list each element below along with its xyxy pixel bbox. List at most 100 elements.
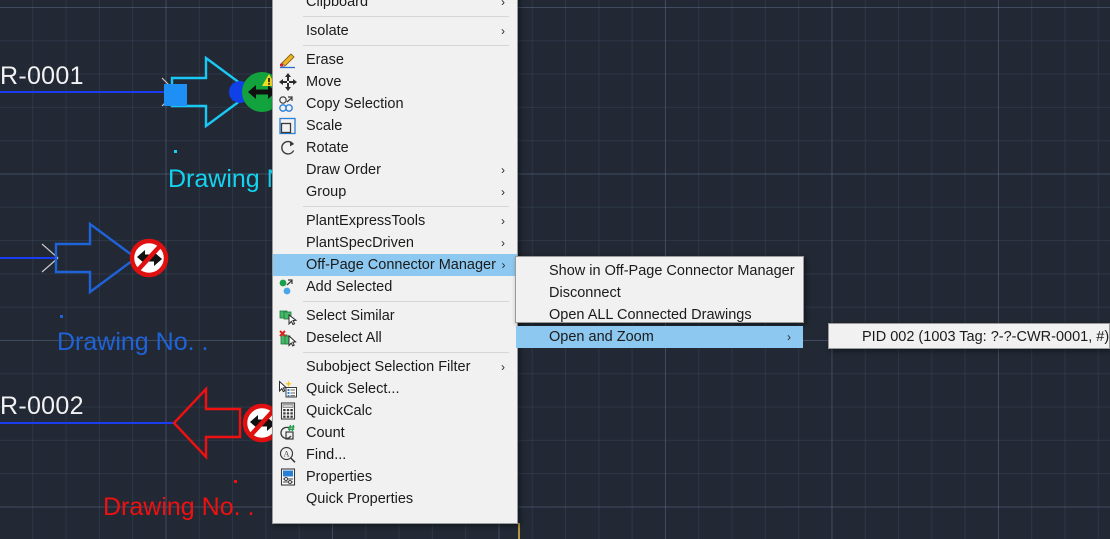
context-menu[interactable]: Clipboard › Isolate › Erase Move Copy Se…: [272, 0, 518, 524]
quick-select-icon: [273, 378, 303, 400]
add-selected-icon: [273, 276, 303, 298]
quickcalc-icon: [273, 400, 303, 422]
chevron-right-icon: ›: [787, 330, 791, 344]
chevron-right-icon: ›: [501, 360, 505, 374]
chevron-right-icon: ›: [501, 258, 506, 272]
properties-icon: [273, 466, 303, 488]
menu-item-copy-selection[interactable]: Copy Selection: [273, 93, 517, 115]
copy-selection-icon: [273, 93, 303, 115]
menu-item-subobject-selection-filter[interactable]: Subobject Selection Filter ›: [273, 356, 517, 378]
chevron-right-icon: ›: [501, 24, 505, 38]
menu-item-clipboard[interactable]: Clipboard ›: [273, 0, 517, 13]
submenu-item-open-all-connected-drawings[interactable]: Open ALL Connected Drawings: [516, 304, 803, 326]
menu-item-label: PlantExpressTools: [306, 213, 426, 229]
menu-separator: [303, 16, 509, 17]
menu-item-label: Count: [306, 425, 345, 441]
menu-item-select-similar[interactable]: Select Similar: [273, 305, 517, 327]
menu-item-quick-select[interactable]: Quick Select...: [273, 378, 517, 400]
menu-item-isolate[interactable]: Isolate ›: [273, 20, 517, 42]
menu-item-find[interactable]: A Find...: [273, 444, 517, 466]
submenu-item-label: Open ALL Connected Drawings: [549, 307, 752, 323]
menu-item-label: Properties: [306, 469, 373, 485]
no-connection-badge-1: [129, 238, 169, 278]
menu-item-count[interactable]: Count: [273, 422, 517, 444]
menu-icon-empty: [516, 282, 546, 304]
menu-item-quick-properties[interactable]: Quick Properties: [273, 488, 517, 510]
menu-item-label: Add Selected: [306, 279, 393, 295]
menu-item-label: Erase: [306, 52, 344, 68]
menu-item-add-selected[interactable]: Add Selected: [273, 276, 517, 298]
menu-item-label: Draw Order: [306, 162, 381, 178]
find-icon: A: [273, 444, 303, 466]
canvas-edge-accent: [518, 523, 520, 539]
select-similar-icon: [273, 305, 303, 327]
menu-icon-empty: [516, 260, 546, 282]
chevron-right-icon: ›: [501, 163, 505, 177]
chevron-right-icon: ›: [501, 236, 505, 250]
menu-item-label: Group: [306, 184, 347, 200]
menu-item-label: Isolate: [306, 23, 349, 39]
menu-item-label: PlantSpecDriven: [306, 235, 414, 251]
menu-item-off-page-connector-manager[interactable]: Off-Page Connector Manager ›: [273, 254, 517, 276]
menu-item-label: Select Similar: [306, 308, 395, 324]
menu-item-label: Find...: [306, 447, 347, 463]
menu-item-move[interactable]: Move: [273, 71, 517, 93]
menu-icon-empty: [273, 356, 303, 378]
menu-item-label: Quick Select...: [306, 381, 400, 397]
submenu-item-label: Disconnect: [549, 285, 621, 301]
menu-icon-empty: [273, 0, 303, 13]
menu-icon-empty: [273, 20, 303, 42]
menu-icon-empty: [516, 326, 546, 348]
menu-icon-empty: [273, 181, 303, 203]
erase-icon: [273, 49, 303, 71]
menu-item-label: Deselect All: [306, 330, 382, 346]
submenu-item-label: Show in Off-Page Connector Manager: [549, 263, 795, 279]
menu-item-draw-order[interactable]: Draw Order ›: [273, 159, 517, 181]
menu-item-label: Scale: [306, 118, 343, 134]
menu-item-label: Off-Page Connector Manager: [306, 257, 496, 273]
chevron-right-icon: ›: [501, 185, 505, 199]
menu-item-quickcalc[interactable]: QuickCalc: [273, 400, 517, 422]
menu-separator: [303, 206, 509, 207]
submenu-item-open-and-zoom[interactable]: Open and Zoom ›: [516, 326, 803, 348]
menu-item-plantspecdriven[interactable]: PlantSpecDriven ›: [273, 232, 517, 254]
deselect-all-icon: [273, 327, 303, 349]
menu-icon-empty: [273, 254, 303, 276]
submenu3-item-label: PID 002 (1003 Tag: ?-?-CWR-0001, #) - IN: [862, 329, 1110, 345]
svg-text:A: A: [284, 450, 290, 459]
menu-item-deselect-all[interactable]: Deselect All: [273, 327, 517, 349]
menu-item-label: QuickCalc: [306, 403, 373, 419]
menu-item-plantexpresstools[interactable]: PlantExpressTools ›: [273, 210, 517, 232]
menu-icon-empty: [273, 232, 303, 254]
off-page-connector-manager-submenu[interactable]: Show in Off-Page Connector Manager Disco…: [515, 256, 804, 348]
menu-item-properties[interactable]: Properties: [273, 466, 517, 488]
submenu3-item-pid-002[interactable]: PID 002 (1003 Tag: ?-?-CWR-0001, #) - IN: [829, 326, 1110, 348]
menu-separator: [303, 45, 509, 46]
open-and-zoom-submenu[interactable]: PID 002 (1003 Tag: ?-?-CWR-0001, #) - IN: [828, 323, 1110, 349]
submenu-item-disconnect[interactable]: Disconnect: [516, 282, 803, 304]
menu-icon-empty: [829, 326, 859, 348]
menu-item-label: Quick Properties: [306, 491, 414, 507]
menu-icon-empty: [516, 304, 546, 326]
menu-item-erase[interactable]: Erase: [273, 49, 517, 71]
rotate-icon: [273, 137, 303, 159]
chevron-right-icon: ›: [501, 0, 505, 9]
menu-item-label: Rotate: [306, 140, 349, 156]
chevron-right-icon: ›: [501, 214, 505, 228]
menu-item-label: Subobject Selection Filter: [306, 359, 471, 375]
menu-separator: [303, 352, 509, 353]
menu-icon-empty: [273, 210, 303, 232]
move-icon: [273, 71, 303, 93]
menu-icon-empty: [273, 159, 303, 181]
menu-item-label: Clipboard: [306, 0, 369, 10]
menu-item-rotate[interactable]: Rotate: [273, 137, 517, 159]
menu-separator: [303, 301, 509, 302]
menu-icon-empty: [273, 488, 303, 510]
submenu-item-show-in-manager[interactable]: Show in Off-Page Connector Manager: [516, 260, 803, 282]
menu-item-scale[interactable]: Scale: [273, 115, 517, 137]
submenu-item-label: Open and Zoom: [549, 329, 654, 345]
menu-item-label: Move: [306, 74, 342, 90]
menu-item-label: Copy Selection: [306, 96, 404, 112]
menu-item-group[interactable]: Group ›: [273, 181, 517, 203]
scale-icon: [273, 115, 303, 137]
